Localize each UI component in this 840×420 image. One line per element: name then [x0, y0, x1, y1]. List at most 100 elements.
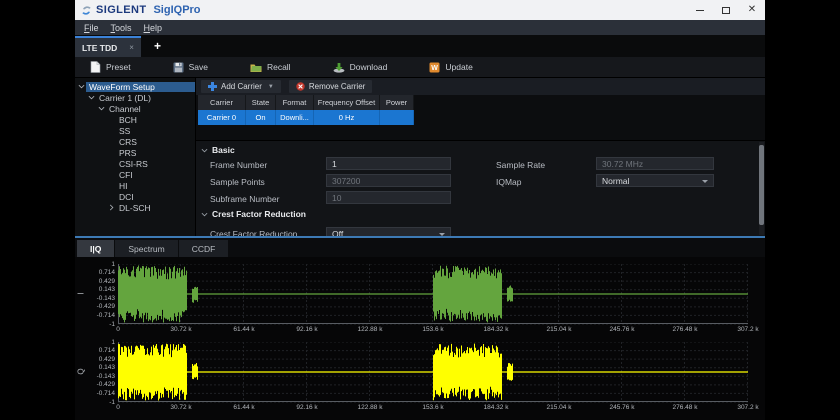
chart-tab-bar: I|QSpectrumCCDF: [75, 238, 765, 257]
save-button[interactable]: Save: [164, 60, 217, 75]
crest-factor-reduction-label: Crest Factor Reduction: [210, 229, 297, 236]
x-tick-label: 245.76 k: [600, 326, 644, 333]
tree-item-prs[interactable]: PRS: [75, 147, 195, 158]
tree-item-label: HI: [116, 181, 131, 191]
tab-lte-tdd[interactable]: LTE TDD ×: [75, 36, 141, 57]
frame-number-field[interactable]: 1: [326, 157, 451, 170]
update-icon: W: [429, 62, 440, 73]
update-button[interactable]: WUpdate: [420, 60, 481, 75]
tree-item-crs[interactable]: CRS: [75, 136, 195, 147]
y-tick-label: -0.429: [81, 303, 115, 310]
scrollbar-thumb[interactable]: [759, 145, 764, 225]
carrier-toolbar: Add Carrier ▼ Remove Carrier: [196, 78, 765, 95]
menu-file[interactable]: File: [78, 23, 105, 33]
tree-item-label: Channel: [106, 104, 144, 114]
table-row[interactable]: Carrier 0 On Downli... 0 Hz: [198, 110, 414, 125]
remove-carrier-label: Remove Carrier: [309, 82, 365, 91]
x-tick-label: 0: [96, 404, 140, 411]
tab-close-icon[interactable]: ×: [129, 43, 134, 52]
cell-carrier[interactable]: Carrier 0: [198, 110, 246, 125]
y-tick-label: -0.714: [81, 312, 115, 319]
tree-item-hi[interactable]: HI: [75, 180, 195, 191]
minimize-button[interactable]: [687, 0, 713, 20]
x-tick-label: 0: [96, 326, 140, 333]
section-crest-factor-reduction[interactable]: Crest Factor Reduction: [201, 209, 306, 219]
cell-power[interactable]: [380, 110, 414, 125]
close-icon: ✕: [748, 5, 756, 15]
sample-points-field: 307200: [326, 174, 451, 187]
tree-item-label: BCH: [116, 115, 140, 125]
tree-item-bch[interactable]: BCH: [75, 114, 195, 125]
chart-tab-ccdf[interactable]: CCDF: [179, 240, 229, 257]
chevron-down-icon[interactable]: [77, 83, 86, 90]
tree-item-label: CFI: [116, 170, 136, 180]
x-tick-label: 215.04 k: [537, 404, 581, 411]
remove-carrier-button[interactable]: Remove Carrier: [289, 80, 372, 93]
toolbar-button-label: Recall: [267, 62, 291, 72]
add-carrier-label: Add Carrier: [221, 82, 262, 91]
x-tick-label: 92.16 k: [285, 404, 329, 411]
tree-item-label: WaveForm Setup: [86, 82, 195, 92]
crest-factor-reduction-dropdown[interactable]: Off: [326, 227, 451, 236]
toolbar-button-label: Preset: [106, 62, 131, 72]
chevron-right-icon[interactable]: [107, 204, 116, 211]
x-tick-label: 184.32 k: [474, 326, 518, 333]
tree-item-waveform-setup[interactable]: WaveForm Setup: [75, 81, 195, 92]
tree-item-carrier-1-dl[interactable]: Carrier 1 (DL): [75, 92, 195, 103]
x-tick-label: 122.88 k: [348, 326, 392, 333]
x-tick-label: 184.32 k: [474, 404, 518, 411]
chevron-down-icon: [201, 211, 208, 218]
waveform-tree-panel: WaveForm SetupCarrier 1 (DL)ChannelBCHSS…: [75, 78, 196, 236]
minimize-icon: [696, 10, 704, 11]
y-tick-label: 0.429: [81, 356, 115, 363]
x-tick-label: 92.16 k: [285, 326, 329, 333]
app-name: SigIQPro: [153, 4, 200, 16]
chart-tab-i-q[interactable]: I|Q: [77, 240, 114, 257]
cell-frequency-offset[interactable]: 0 Hz: [314, 110, 380, 125]
section-title: Basic: [212, 145, 235, 155]
add-carrier-button[interactable]: Add Carrier ▼: [201, 80, 281, 93]
maximize-button[interactable]: [713, 0, 739, 20]
recall-button[interactable]: Recall: [241, 60, 300, 75]
tree-item-channel[interactable]: Channel: [75, 103, 195, 114]
tree-item-label: CRS: [116, 137, 140, 147]
preset-button[interactable]: Preset: [81, 59, 140, 75]
tree-item-dci[interactable]: DCI: [75, 191, 195, 202]
chevron-down-icon[interactable]: [97, 105, 106, 112]
x-tick-label: 153.6 k: [411, 404, 455, 411]
letterbox-background: SIGLENT SigIQPro ✕ FileToolsHelp LTE TDD…: [0, 0, 840, 420]
main-content: WaveForm SetupCarrier 1 (DL)ChannelBCHSS…: [75, 78, 765, 236]
iqmap-dropdown[interactable]: Normal: [596, 174, 714, 187]
tree-item-cfi[interactable]: CFI: [75, 169, 195, 180]
menu-help[interactable]: Help: [138, 23, 169, 33]
folder-icon: [250, 62, 262, 73]
svg-text:W: W: [432, 65, 439, 72]
close-button[interactable]: ✕: [739, 0, 765, 20]
section-basic[interactable]: Basic: [201, 145, 235, 155]
cell-state[interactable]: On: [246, 110, 276, 125]
menu-bar: FileToolsHelp: [75, 20, 765, 35]
sample-rate-field: 30.72 MHz: [596, 157, 714, 170]
download-button[interactable]: Download: [324, 60, 397, 75]
toolbar-button-label: Download: [350, 62, 388, 72]
iqmap-label: IQMap: [496, 177, 522, 187]
chevron-down-icon[interactable]: [87, 94, 96, 101]
iq-charts: I10.7140.4290.143-0.143-0.429-0.714-1030…: [75, 257, 765, 420]
app-window: SIGLENT SigIQPro ✕ FileToolsHelp LTE TDD…: [75, 0, 765, 420]
x-tick-label: 276.48 k: [663, 326, 707, 333]
y-tick-label: -0.143: [81, 295, 115, 302]
download-icon: [333, 62, 345, 73]
x-tick-label: 61.44 k: [222, 326, 266, 333]
tree-item-dl-sch[interactable]: DL-SCH: [75, 202, 195, 213]
tree-item-ss[interactable]: SS: [75, 125, 195, 136]
cell-format[interactable]: Downli...: [276, 110, 314, 125]
tree-item-label: SS: [116, 126, 133, 136]
new-tab-button[interactable]: +: [154, 39, 161, 53]
tree-item-csi-rs[interactable]: CSI-RS: [75, 158, 195, 169]
chart-tab-spectrum[interactable]: Spectrum: [115, 240, 177, 257]
col-power: Power: [380, 95, 414, 110]
menu-tools[interactable]: Tools: [105, 23, 138, 33]
title-bar: SIGLENT SigIQPro ✕: [75, 0, 765, 20]
y-tick-label: -0.143: [81, 373, 115, 380]
settings-scrollbar[interactable]: [759, 142, 764, 235]
